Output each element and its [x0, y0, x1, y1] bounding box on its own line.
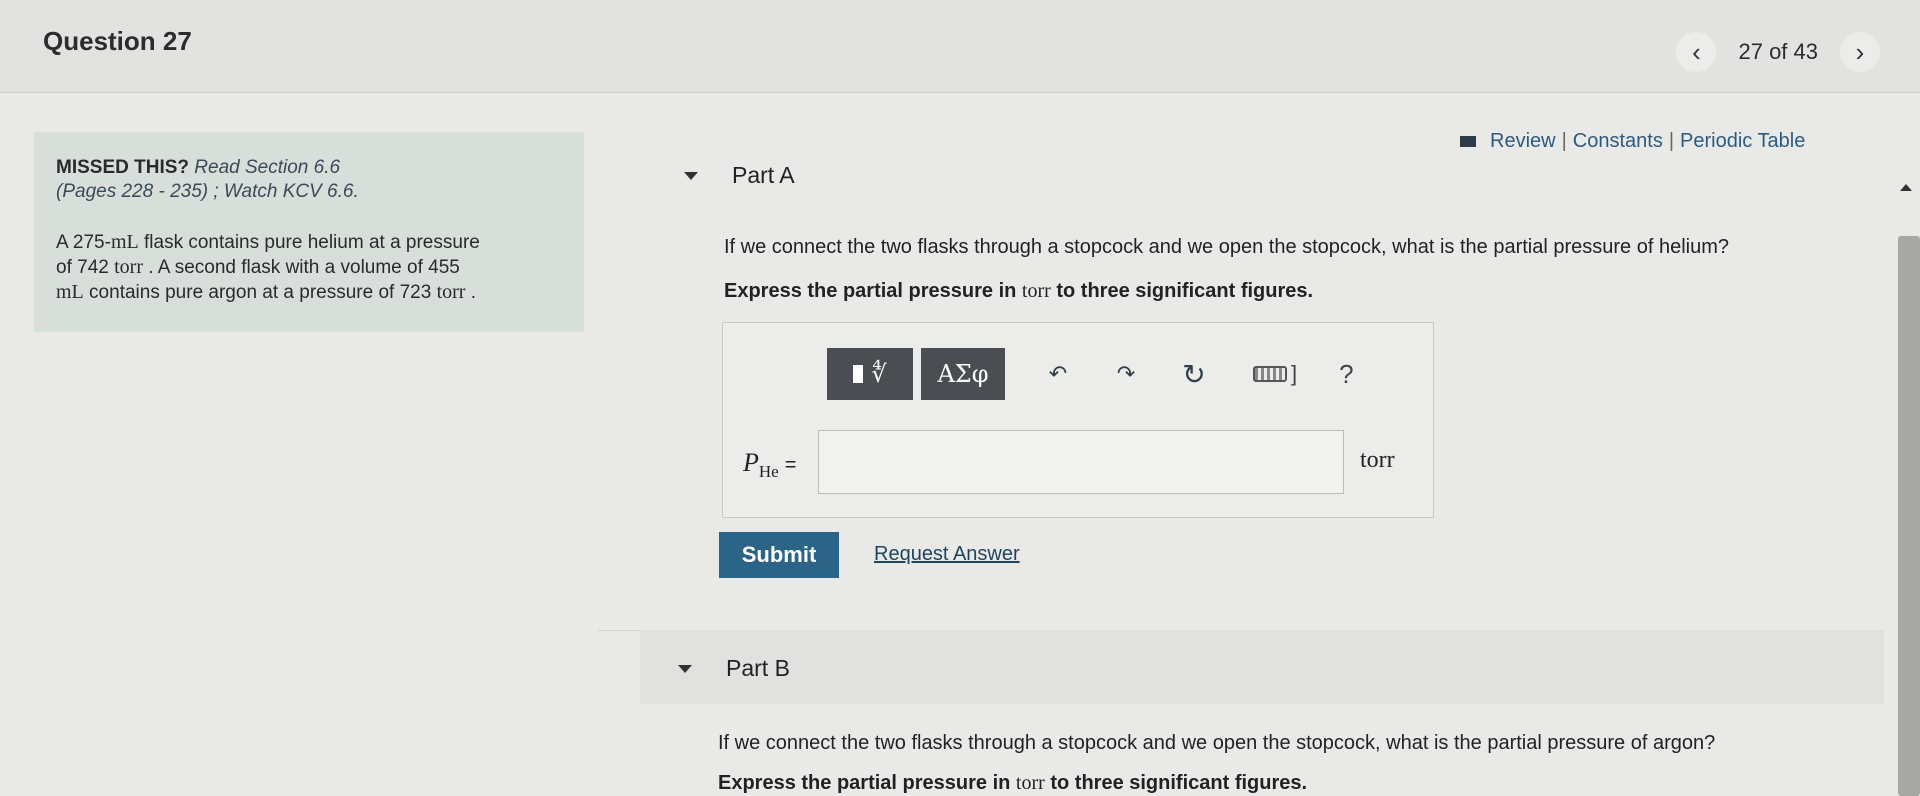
read-section-link[interactable]: Read Section 6.6 [194, 157, 340, 178]
link-separator: | [1668, 130, 1675, 152]
templates-button[interactable]: ∜ [827, 348, 913, 400]
collapse-triangle-icon [684, 171, 698, 180]
problem-text: flask contains pure helium at a pressure [138, 232, 480, 253]
unit-torr: torr [436, 281, 466, 303]
link-separator: | [1561, 130, 1567, 152]
problem-sidebar: MISSED THIS? Read Section 6.6 (Pages 228… [34, 132, 584, 332]
missed-label: MISSED THIS? [56, 157, 190, 178]
part-b-question: If we connect the two flasks through a s… [718, 732, 1716, 754]
problem-statement: A 275-mL flask contains pure helium at a… [56, 230, 562, 305]
submit-button[interactable]: Submit [719, 532, 839, 578]
unit-torr: torr [1015, 772, 1045, 794]
problem-text: . [465, 282, 477, 303]
instruction-text: to three significant figures. [1050, 280, 1314, 302]
missed-this-note: MISSED THIS? Read Section 6.6 [56, 156, 562, 180]
problem-text: of 742 [56, 257, 115, 278]
undo-icon[interactable]: ↶ [1043, 359, 1073, 389]
math-toolbar: ∜ ΑΣφ ↶ ↷ ↻ ] ? [827, 348, 1354, 400]
redo-icon[interactable]: ↷ [1111, 359, 1141, 389]
variable-symbol: P [743, 448, 759, 477]
problem-text: . A second flask with a volume of 455 [143, 257, 460, 278]
instruction-text: to three significant figures. [1044, 772, 1308, 794]
part-b-label: Part B [726, 655, 790, 681]
constants-link[interactable]: Constants [1573, 130, 1663, 153]
template-block-icon [853, 365, 864, 383]
help-button[interactable]: ? [1339, 359, 1353, 390]
top-bar: Question 27 ‹ 27 of 43 › [0, 0, 1920, 93]
reset-icon[interactable]: ↻ [1179, 359, 1209, 390]
part-a-header[interactable]: Part A [684, 162, 795, 189]
next-question-button[interactable]: › [1840, 32, 1880, 72]
problem-text: contains pure argon at a pressure of 723 [83, 282, 437, 303]
keyboard-shortcuts-button[interactable]: ] [1253, 361, 1297, 387]
instruction-text: Express the partial pressure in [718, 772, 1016, 794]
variable-label: PHe = [743, 448, 796, 482]
question-counter: 27 of 43 [1738, 39, 1818, 64]
chevron-left-icon: ‹ [1692, 36, 1701, 67]
request-answer-link[interactable]: Request Answer [874, 543, 1020, 566]
unit-torr: torr [1021, 280, 1051, 302]
question-title: Question 27 [43, 26, 192, 56]
problem-text: A 275- [56, 232, 111, 253]
instruction-text: Express the partial pressure in [724, 280, 1022, 302]
question-nav: ‹ 27 of 43 › [1676, 32, 1880, 72]
chevron-right-icon: › [1855, 36, 1865, 67]
part-a-instruction: Express the partial pressure in torr to … [724, 280, 1313, 303]
keyboard-icon [1253, 366, 1287, 382]
bracket-glyph: ] [1291, 361, 1298, 386]
resource-links: Review | Constants | Periodic Table [1460, 130, 1805, 153]
pages-reference: (Pages 228 - 235) ; Watch KCV 6.6. [56, 181, 359, 202]
part-a-question: If we connect the two flasks through a s… [724, 236, 1729, 258]
vertical-scrollbar[interactable] [1894, 160, 1920, 796]
part-b-header[interactable]: Part B [678, 655, 790, 682]
periodic-table-link[interactable]: Periodic Table [1680, 130, 1805, 153]
equals-sign: = [784, 454, 797, 476]
review-link[interactable]: Review [1490, 130, 1556, 153]
radical-icon: ∜ [871, 360, 887, 388]
answer-unit: torr [1360, 447, 1395, 473]
part-a-label: Part A [732, 162, 795, 188]
scroll-thumb[interactable] [1898, 236, 1920, 796]
answer-input[interactable] [818, 430, 1344, 494]
answer-area: ∜ ΑΣφ ↶ ↷ ↻ ] ? PHe = torr [722, 322, 1434, 518]
book-icon [1460, 136, 1476, 147]
greek-symbols-button[interactable]: ΑΣφ [921, 348, 1005, 400]
part-b-header-bg [640, 630, 1884, 704]
collapse-triangle-icon [678, 664, 692, 673]
unit-torr: torr [114, 256, 143, 278]
unit-ml: mL [110, 231, 139, 253]
part-b-instruction: Express the partial pressure in torr to … [718, 772, 1307, 795]
scroll-up-icon[interactable] [1900, 184, 1912, 191]
prev-question-button[interactable]: ‹ [1676, 32, 1717, 72]
variable-subscript: He [758, 462, 779, 481]
unit-ml: mL [56, 281, 84, 303]
